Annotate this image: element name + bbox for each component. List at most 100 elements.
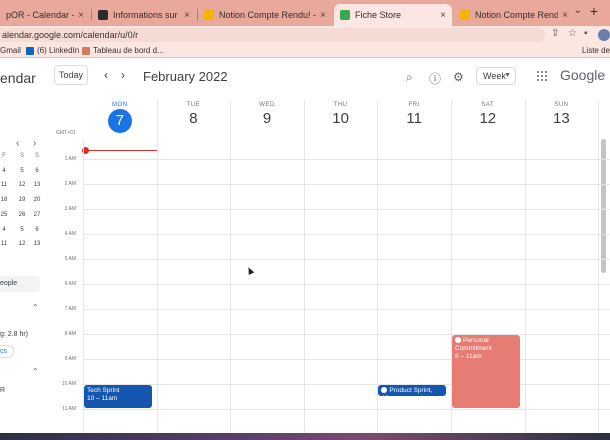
hour-gridline [83, 384, 610, 385]
close-tab-icon[interactable]: × [320, 10, 326, 21]
gear-icon[interactable]: ⚙ [453, 70, 464, 84]
desktop-dock [0, 433, 610, 440]
search-icon[interactable]: ⌕ [406, 70, 413, 85]
mini-day[interactable]: 4 [0, 168, 8, 174]
month-title: February 2022 [143, 69, 228, 84]
day-number[interactable]: 8 [157, 110, 231, 127]
view-selector[interactable]: Week ▼ [476, 67, 516, 85]
mini-day[interactable]: 4 [0, 227, 8, 233]
day-number[interactable]: 12 [451, 110, 525, 127]
day-number[interactable]: 9 [230, 110, 304, 127]
mini-weekday: S [34, 153, 39, 159]
mini-day[interactable]: 19 [18, 197, 26, 203]
browser-tab[interactable]: pOR - Calendar - Week o × [0, 4, 90, 26]
bookmark-dashboard[interactable]: Tableau de bord d... [82, 46, 164, 55]
hour-label: 11 AM [62, 406, 76, 412]
day-number[interactable]: 7 [107, 109, 132, 133]
address-bar-row: alendar.google.com/calendar/u/0/r ⇪ ☆ ▪ [0, 26, 610, 44]
day-header-sat[interactable]: SAT 12 [451, 95, 525, 127]
browser-tab[interactable]: Notion Compte Rendu! - Chr× [454, 4, 574, 26]
mini-day[interactable]: 26 [18, 212, 26, 218]
insights-chip[interactable]: cs [0, 345, 14, 358]
timezone-label: GMT+01 [56, 130, 76, 136]
browser-tab[interactable]: Notion Compte Rendu! - Chr× [198, 4, 332, 26]
meeting-stats: g: 2.8 hr) [0, 331, 29, 338]
day-number[interactable]: 10 [304, 110, 378, 127]
calendar-event[interactable]: Tech Sprint 10 – 11am [84, 385, 152, 408]
today-button[interactable]: Today [54, 65, 88, 85]
day-column-divider [157, 100, 158, 440]
calendar-event[interactable]: Personal Commitment 8 – 11am [452, 335, 520, 408]
hour-gridline [83, 334, 610, 335]
bookmark-star-icon[interactable]: ☆ [568, 28, 577, 39]
tab-favicon-icon [204, 10, 214, 20]
event-title-row: Personal Commitment [455, 337, 517, 353]
day-header-tue[interactable]: TUE 8 [157, 95, 231, 127]
profile-avatar[interactable] [598, 29, 610, 41]
apps-grid-icon[interactable] [537, 71, 547, 81]
calendar-event[interactable]: Product Sprint, 10a [378, 385, 446, 396]
mini-week-row: 4 5 6 [0, 227, 50, 241]
search-people-input[interactable]: eople [0, 276, 40, 292]
event-title: Product Sprint, 10a [381, 387, 433, 396]
mini-next-month[interactable]: › [33, 138, 36, 149]
event-time: 10 – 11am [87, 395, 118, 402]
address-bar[interactable]: alendar.google.com/calendar/u/0/r [0, 28, 545, 42]
hour-gridline [83, 159, 610, 160]
chevron-up-icon[interactable]: ⌃ [32, 367, 39, 376]
mini-day[interactable]: 11 [0, 241, 8, 247]
mini-day[interactable]: 12 [18, 241, 26, 247]
mini-prev-month[interactable]: ‹ [16, 138, 19, 149]
browser-tab[interactable]: Fiche Store × [334, 4, 452, 26]
google-logo[interactable]: Google [560, 67, 605, 83]
mini-day[interactable]: 12 [18, 182, 26, 188]
extensions-icon[interactable]: ▪ [584, 28, 588, 39]
close-tab-icon[interactable]: × [440, 10, 446, 21]
tab-search-icon[interactable]: ⌄ [574, 5, 582, 16]
mini-day[interactable]: 20 [33, 197, 41, 203]
tab-separator [91, 9, 92, 21]
bookmark-linkedin[interactable]: (6) LinkedIn [26, 46, 79, 55]
day-name: FRI [408, 102, 420, 108]
browser-tab[interactable]: Informations sur le package × [92, 4, 196, 26]
mini-day[interactable]: 13 [33, 241, 41, 247]
day-header-sun[interactable]: SUN 13 [525, 95, 599, 127]
mini-day[interactable]: 6 [33, 227, 41, 233]
event-owner-icon [455, 337, 461, 343]
reading-list[interactable]: Liste de [582, 46, 610, 55]
mini-day[interactable]: 27 [33, 212, 41, 218]
next-week-button[interactable]: › [121, 68, 125, 82]
close-tab-icon[interactable]: × [184, 10, 190, 21]
day-header-mon[interactable]: MON 7 [83, 95, 157, 133]
mini-day[interactable]: 5 [18, 227, 26, 233]
sidebar-section-label: R [0, 387, 6, 394]
mini-day[interactable]: 13 [33, 182, 41, 188]
day-name: SAT [481, 102, 495, 108]
share-icon[interactable]: ⇪ [551, 28, 559, 39]
mini-weekday-row: FSS [0, 153, 50, 167]
day-name: THU [333, 102, 348, 108]
day-header-fri[interactable]: FRI 11 [377, 95, 451, 127]
close-tab-icon[interactable]: × [78, 10, 84, 21]
day-header-wed[interactable]: WED 9 [230, 95, 304, 127]
mini-day[interactable]: 5 [18, 168, 26, 174]
chevron-up-icon[interactable]: ⌃ [32, 303, 39, 312]
caret-down-icon: ▼ [504, 72, 511, 79]
day-number[interactable]: 13 [525, 110, 599, 127]
prev-week-button[interactable]: ‹ [104, 68, 108, 82]
day-header-thu[interactable]: THU 10 [304, 95, 378, 127]
day-number[interactable]: 11 [377, 110, 451, 127]
close-tab-icon[interactable]: × [562, 10, 568, 21]
mini-day[interactable]: 18 [0, 197, 8, 203]
hour-label: 4 AM [64, 231, 76, 237]
new-tab-button[interactable]: + [590, 3, 598, 19]
hour-gridline [83, 409, 610, 410]
mini-day[interactable]: 11 [0, 182, 8, 188]
hour-gridline [83, 359, 610, 360]
mini-day[interactable]: 6 [33, 168, 41, 174]
hour-label: 9 AM [64, 356, 76, 362]
mini-day[interactable]: 25 [0, 212, 8, 218]
help-icon[interactable]: ⓘ [429, 70, 441, 87]
bookmark-gmail[interactable]: Gmail [0, 46, 21, 55]
hour-gridline [83, 234, 610, 235]
